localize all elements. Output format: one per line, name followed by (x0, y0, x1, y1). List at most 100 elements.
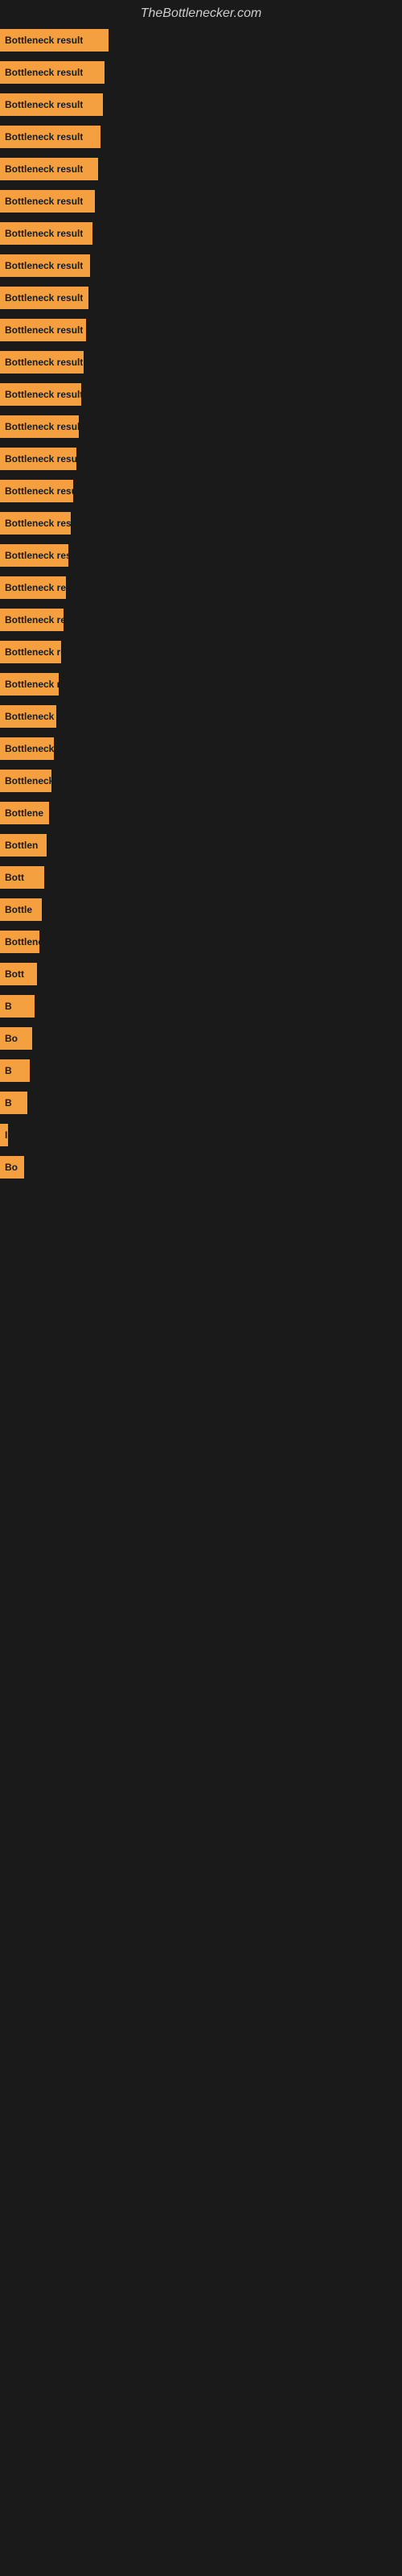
bar-label-21: Bottleneck result (5, 711, 56, 722)
bar-row: Bottleneck result (0, 126, 402, 148)
bar-label-9: Bottleneck result (5, 324, 83, 336)
bottleneck-bar-23[interactable]: Bottleneck resu (0, 770, 51, 792)
bar-row: Bottleneck result (0, 222, 402, 245)
bar-label-32: B (5, 1065, 12, 1076)
bottleneck-bar-20[interactable]: Bottleneck res (0, 673, 59, 696)
bar-row: Bottleneck result (0, 190, 402, 213)
bar-label-1: Bottleneck result (5, 67, 83, 78)
bar-row: Bottleneck r (0, 737, 402, 760)
bottleneck-bar-0[interactable]: Bottleneck result (0, 29, 109, 52)
bottleneck-bar-7[interactable]: Bottleneck result (0, 254, 90, 277)
bar-row: Bottleneck resu (0, 770, 402, 792)
bar-row: Bottleneck result (0, 383, 402, 406)
bottleneck-bar-24[interactable]: Bottlene (0, 802, 49, 824)
bar-label-11: Bottleneck result (5, 389, 81, 400)
bar-label-3: Bottleneck result (5, 131, 83, 142)
bar-row: Bottleneck resu (0, 641, 402, 663)
bottleneck-bar-19[interactable]: Bottleneck resu (0, 641, 61, 663)
bottleneck-bar-29[interactable]: Bott (0, 963, 37, 985)
bottleneck-bar-28[interactable]: Bottlenec (0, 931, 39, 953)
bar-label-20: Bottleneck res (5, 679, 59, 690)
bottleneck-bar-6[interactable]: Bottleneck result (0, 222, 92, 245)
bar-row: Bottleneck result (0, 544, 402, 567)
bottleneck-bar-35[interactable]: Bo (0, 1156, 24, 1179)
bottleneck-bar-31[interactable]: Bo (0, 1027, 32, 1050)
bottleneck-bar-30[interactable]: B (0, 995, 35, 1018)
bar-label-19: Bottleneck resu (5, 646, 61, 658)
bar-row: Bo (0, 1156, 402, 1179)
bar-label-26: Bott (5, 872, 24, 883)
bar-row: Bottleneck re (0, 609, 402, 631)
bar-row: Bottleneck result (0, 61, 402, 84)
bar-row: Bottleneck result (0, 351, 402, 374)
bottleneck-bar-13[interactable]: Bottleneck result (0, 448, 76, 470)
bar-label-34: I (5, 1129, 7, 1141)
bar-row: Bott (0, 866, 402, 889)
bottleneck-bar-1[interactable]: Bottleneck result (0, 61, 105, 84)
bottleneck-bar-32[interactable]: B (0, 1059, 30, 1082)
bar-row: Bottleneck result (0, 512, 402, 535)
bottleneck-bar-12[interactable]: Bottleneck result (0, 415, 79, 438)
bars-container: Bottleneck result Bottleneck result Bottle… (0, 29, 402, 1179)
bar-label-4: Bottleneck result (5, 163, 83, 175)
bar-row: Bottleneck result (0, 448, 402, 470)
bottleneck-bar-5[interactable]: Bottleneck result (0, 190, 95, 213)
bottleneck-bar-33[interactable]: B (0, 1092, 27, 1114)
bar-label-29: Bott (5, 968, 24, 980)
bottleneck-bar-15[interactable]: Bottleneck result (0, 512, 71, 535)
bar-label-15: Bottleneck result (5, 518, 71, 529)
bar-label-17: Bottleneck resu (5, 582, 66, 593)
bottleneck-bar-10[interactable]: Bottleneck result (0, 351, 84, 374)
bottleneck-bar-21[interactable]: Bottleneck result (0, 705, 56, 728)
bar-label-23: Bottleneck resu (5, 775, 51, 786)
bottleneck-bar-16[interactable]: Bottleneck result (0, 544, 68, 567)
bar-label-13: Bottleneck result (5, 453, 76, 464)
bottleneck-bar-22[interactable]: Bottleneck r (0, 737, 54, 760)
bar-label-14: Bottleneck result (5, 485, 73, 497)
bar-row: B (0, 995, 402, 1018)
bar-row: Bottlene (0, 802, 402, 824)
bar-label-24: Bottlene (5, 807, 43, 819)
bar-label-7: Bottleneck result (5, 260, 83, 271)
bar-label-27: Bottle (5, 904, 32, 915)
site-header: TheBottlenecker.com (0, 0, 402, 29)
bar-row: Bottleneck result (0, 415, 402, 438)
bar-label-30: B (5, 1001, 12, 1012)
bar-label-22: Bottleneck r (5, 743, 54, 754)
bar-row: Bottleneck result (0, 480, 402, 502)
bar-label-2: Bottleneck result (5, 99, 83, 110)
bottleneck-bar-2[interactable]: Bottleneck result (0, 93, 103, 116)
bar-label-31: Bo (5, 1033, 18, 1044)
bar-label-12: Bottleneck result (5, 421, 79, 432)
bottleneck-bar-3[interactable]: Bottleneck result (0, 126, 100, 148)
bar-label-16: Bottleneck result (5, 550, 68, 561)
bar-row: Bottleneck res (0, 673, 402, 696)
site-title: TheBottlenecker.com (0, 0, 402, 29)
bottleneck-bar-26[interactable]: Bott (0, 866, 44, 889)
bottleneck-bar-4[interactable]: Bottleneck result (0, 158, 98, 180)
bar-label-18: Bottleneck re (5, 614, 64, 625)
bottleneck-bar-11[interactable]: Bottleneck result (0, 383, 81, 406)
bar-row: Bottleneck result (0, 705, 402, 728)
bar-row: Bottlenec (0, 931, 402, 953)
bar-row: Bottle (0, 898, 402, 921)
bar-label-35: Bo (5, 1162, 18, 1173)
bottleneck-bar-18[interactable]: Bottleneck re (0, 609, 64, 631)
bar-row: Bottlen (0, 834, 402, 857)
bar-row: Bottleneck result (0, 287, 402, 309)
bar-row: Bottleneck result (0, 29, 402, 52)
bar-label-0: Bottleneck result (5, 35, 83, 46)
bottleneck-bar-27[interactable]: Bottle (0, 898, 42, 921)
bar-row: Bottleneck resu (0, 576, 402, 599)
bottleneck-bar-14[interactable]: Bottleneck result (0, 480, 73, 502)
bar-label-33: B (5, 1097, 12, 1108)
bar-row: Bottleneck result (0, 254, 402, 277)
bar-label-28: Bottlenec (5, 936, 39, 947)
bar-label-10: Bottleneck result (5, 357, 83, 368)
bar-row: Bottleneck result (0, 93, 402, 116)
bottleneck-bar-34[interactable]: I (0, 1124, 8, 1146)
bottleneck-bar-17[interactable]: Bottleneck resu (0, 576, 66, 599)
bottleneck-bar-8[interactable]: Bottleneck result (0, 287, 88, 309)
bottleneck-bar-25[interactable]: Bottlen (0, 834, 47, 857)
bottleneck-bar-9[interactable]: Bottleneck result (0, 319, 86, 341)
